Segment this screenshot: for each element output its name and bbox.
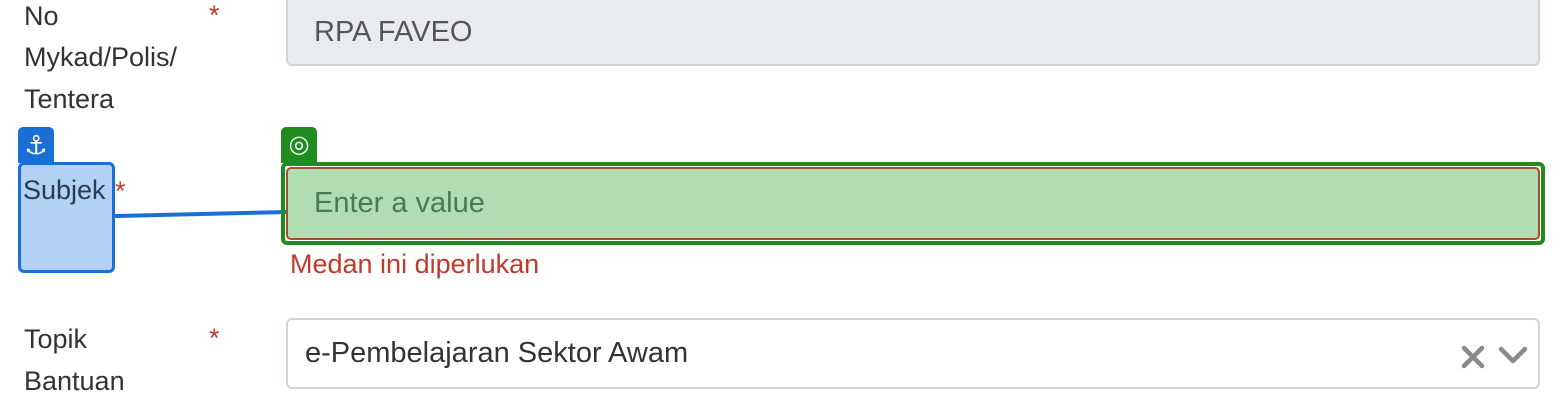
subjek-label: Subjek: [23, 175, 106, 205]
clear-x-icon[interactable]: [1460, 340, 1486, 370]
subjek-input[interactable]: [286, 167, 1540, 240]
topik-label-line1: Topik: [24, 324, 88, 354]
topik-selected-value: e-Pembelajaran Sektor Awam: [305, 337, 689, 369]
topik-required-mark: *: [209, 323, 220, 353]
subjek-required-mark: *: [115, 176, 126, 206]
anchor-icon: ⚓: [18, 127, 54, 163]
subjek-error-message: Medan ini diperlukan: [290, 249, 540, 279]
target-icon: ◎: [281, 127, 317, 163]
chevron-down-icon[interactable]: [1498, 340, 1528, 370]
topik-label-line2: Bantuan: [24, 366, 125, 396]
topik-select[interactable]: e-Pembelajaran Sektor Awam: [286, 318, 1540, 389]
